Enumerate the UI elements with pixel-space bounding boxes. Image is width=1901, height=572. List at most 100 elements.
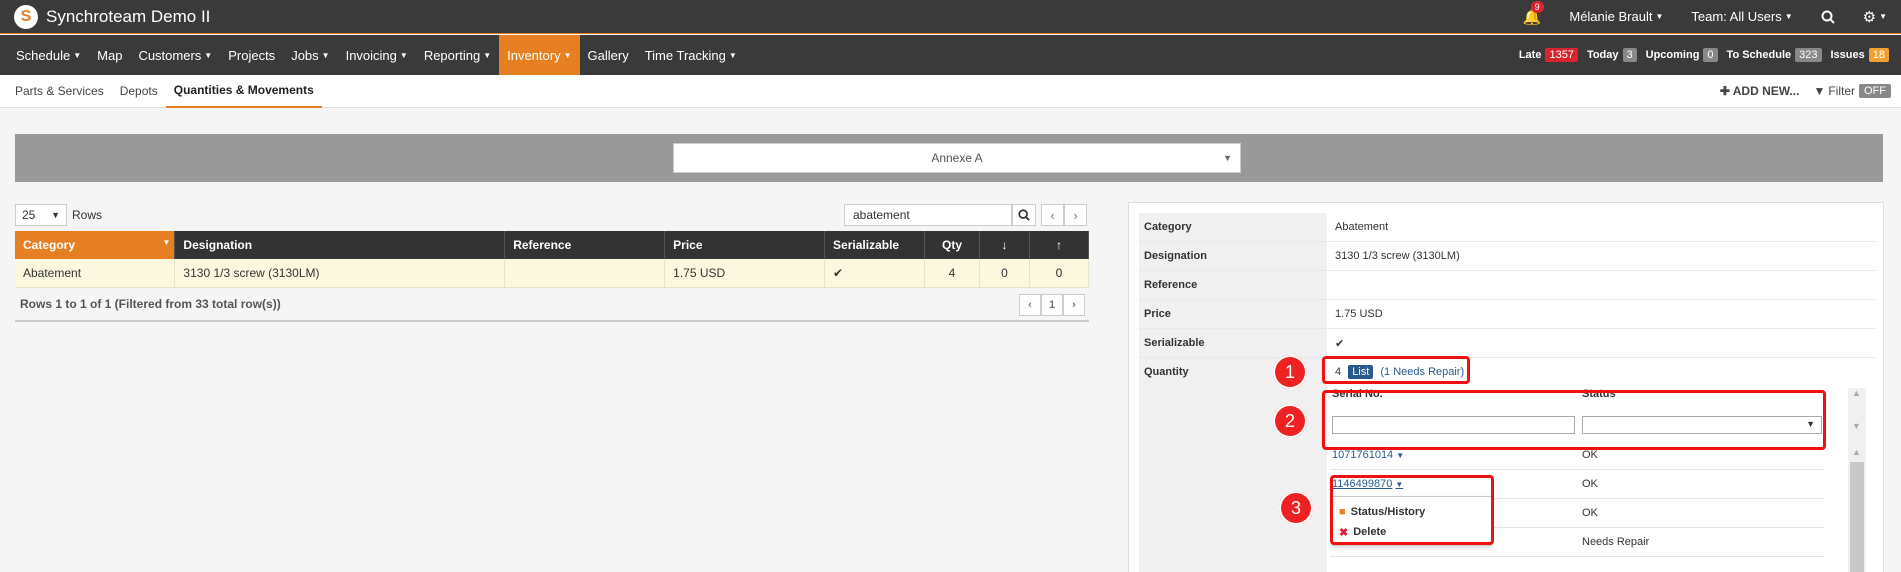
tab-quantities-movements[interactable]: Quantities & Movements: [165, 75, 322, 108]
col-in-arrow-icon[interactable]: ↑: [1029, 231, 1090, 259]
chevron-left-icon: ‹: [1028, 299, 1032, 311]
search-icon: [1018, 209, 1030, 221]
col-price[interactable]: Price: [664, 231, 826, 259]
search-icon: [1821, 10, 1835, 24]
nav-invoicing[interactable]: Invoicing ▼: [338, 35, 416, 75]
cell-price: 1.75 USD: [664, 259, 826, 288]
next-page-button[interactable]: ›: [1064, 204, 1087, 226]
notifications-button[interactable]: 🔔 9: [1509, 0, 1556, 26]
nav-time-tracking[interactable]: Time Tracking ▼: [637, 35, 745, 75]
depot-select[interactable]: Annexe A ▼: [673, 143, 1241, 173]
plus-icon: ✚: [1719, 84, 1733, 98]
nav-gallery[interactable]: Gallery: [580, 35, 637, 75]
callout-2: 2: [1273, 404, 1307, 438]
add-new-button[interactable]: ✚ ADD NEW...: [1720, 84, 1800, 98]
chevron-right-icon: ›: [1073, 207, 1078, 223]
nav-customers[interactable]: Customers ▼: [130, 35, 220, 75]
serial-status: OK: [1582, 507, 1598, 519]
col-out-arrow-icon[interactable]: ↓: [979, 231, 1030, 259]
callout-3: 3: [1279, 491, 1313, 525]
rows-per-page-select[interactable]: 25 ▼: [15, 204, 67, 226]
team-name: Team: All Users: [1691, 9, 1782, 24]
highlight-box-1: [1322, 356, 1470, 384]
check-icon: ✔: [1335, 337, 1345, 350]
nav-map[interactable]: Map: [89, 35, 130, 75]
page-number[interactable]: 1: [1041, 294, 1063, 316]
sort-desc-icon: ▼: [162, 238, 171, 247]
sub-nav: Parts & Services Depots Quantities & Mov…: [0, 75, 1901, 108]
detail-row-serializable: Serializable ✔: [1139, 329, 1875, 358]
filter-state-badge: OFF: [1859, 84, 1891, 98]
depot-banner: Annexe A ▼: [15, 134, 1883, 182]
scroll-up-icon[interactable]: ▲: [1852, 388, 1861, 398]
table-footer: Rows 1 to 1 of 1 (Filtered from 33 total…: [15, 288, 1089, 322]
prev-page-button[interactable]: ‹: [1019, 294, 1041, 316]
col-designation[interactable]: Designation: [174, 231, 506, 259]
main-nav: Schedule ▼ Map Customers ▼ Projects Jobs ▼ …: [0, 35, 1901, 75]
cell-in: 0: [1029, 259, 1090, 288]
col-category[interactable]: Category ▼: [15, 231, 176, 259]
stat-upcoming[interactable]: Upcoming 0: [1646, 48, 1718, 62]
next-page-button[interactable]: ›: [1063, 294, 1085, 316]
chevron-right-icon: ›: [1072, 299, 1076, 311]
search-button[interactable]: [1807, 10, 1849, 24]
serial-status: OK: [1582, 478, 1598, 490]
col-serializable[interactable]: Serializable: [824, 231, 926, 259]
filter-icon: ▼: [1813, 84, 1826, 98]
table-row[interactable]: Abatement 3130 1/3 screw (3130LM) 1.75 U…: [15, 259, 1090, 288]
nav-reporting[interactable]: Reporting ▼: [416, 35, 499, 75]
search-button[interactable]: [1012, 204, 1036, 226]
top-bar: S Synchroteam Demo II 🔔 9 Mélanie Brault…: [0, 0, 1901, 34]
tab-depots[interactable]: Depots: [112, 75, 166, 108]
col-reference[interactable]: Reference: [504, 231, 666, 259]
highlight-box-2: [1322, 390, 1826, 450]
serial-status: OK: [1582, 449, 1598, 461]
chevron-down-icon: ▼: [51, 210, 60, 220]
stat-issues[interactable]: Issues 18: [1831, 48, 1889, 62]
callout-1: 1: [1273, 355, 1307, 389]
chevron-left-icon: ‹: [1050, 207, 1055, 223]
caret-down-icon: ▼: [1879, 12, 1887, 21]
team-menu[interactable]: Team: All Users ▼: [1677, 9, 1806, 24]
scroll-thumb[interactable]: [1850, 462, 1864, 572]
scroll-up-icon[interactable]: ▲: [1852, 447, 1861, 457]
detail-row-category: Category Abatement: [1139, 213, 1875, 242]
settings-menu[interactable]: ⚙ ▼: [1849, 8, 1901, 26]
nav-jobs[interactable]: Jobs ▼: [283, 35, 337, 75]
nav-schedule[interactable]: Schedule ▼: [0, 35, 89, 75]
search-input[interactable]: abatement: [844, 204, 1012, 226]
tab-parts-services[interactable]: Parts & Services: [0, 75, 112, 108]
cell-reference: [504, 259, 666, 288]
detail-row-designation: Designation 3130 1/3 screw (3130LM): [1139, 242, 1875, 271]
serial-link[interactable]: 1071761014 ▼: [1332, 449, 1404, 461]
nav-projects[interactable]: Projects: [220, 35, 283, 75]
rows-info: Rows 1 to 1 of 1 (Filtered from 33 total…: [20, 297, 281, 311]
prev-page-button[interactable]: ‹: [1041, 204, 1064, 226]
cell-category: Abatement: [15, 259, 176, 288]
cell-out: 0: [979, 259, 1030, 288]
stat-to-schedule[interactable]: To Schedule 323: [1727, 48, 1822, 62]
stat-late[interactable]: Late 1357: [1519, 48, 1578, 62]
cell-designation: 3130 1/3 screw (3130LM): [174, 259, 506, 288]
serial-status: Needs Repair: [1582, 536, 1650, 548]
chevron-down-icon: ▼: [1223, 153, 1232, 163]
detail-row-reference: Reference: [1139, 271, 1875, 300]
highlight-box-3: [1330, 475, 1494, 545]
scroll-down-icon[interactable]: ▼: [1852, 421, 1861, 431]
app-title[interactable]: Synchroteam Demo II: [46, 7, 210, 27]
gear-icon: ⚙: [1862, 8, 1877, 26]
cell-qty: 4: [924, 259, 981, 288]
caret-down-icon: ▼: [1784, 12, 1793, 21]
rows-label: Rows: [72, 208, 103, 222]
user-menu[interactable]: Mélanie Brault ▼: [1555, 9, 1677, 24]
nav-inventory[interactable]: Inventory ▼: [499, 35, 580, 75]
inventory-table: Category ▼ Designation Reference Price Se…: [15, 231, 1090, 288]
detail-row-price: Price 1.75 USD: [1139, 300, 1875, 329]
check-icon: ✔: [824, 259, 926, 288]
filter-toggle[interactable]: ▼ Filter OFF: [1813, 84, 1891, 98]
notification-count-badge: 9: [1530, 0, 1544, 13]
app-logo-icon[interactable]: S: [14, 4, 38, 29]
stat-today[interactable]: Today 3: [1587, 48, 1637, 62]
user-name: Mélanie Brault: [1569, 9, 1653, 24]
col-qty[interactable]: Qty: [924, 231, 981, 259]
